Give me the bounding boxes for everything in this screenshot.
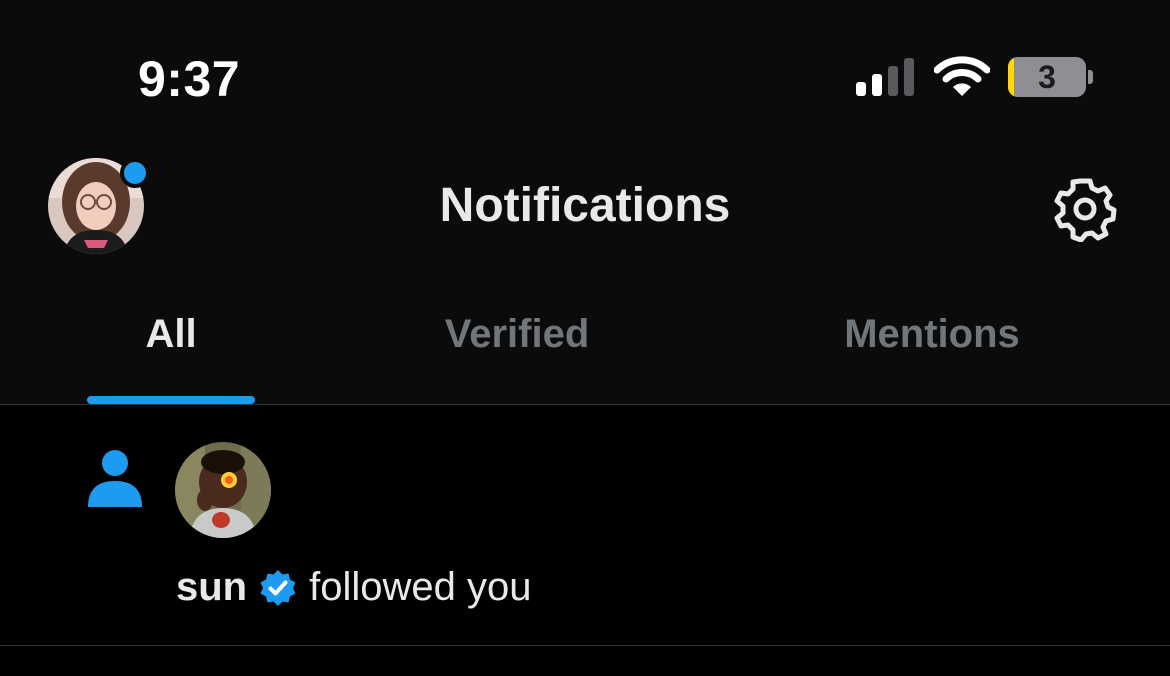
verified-badge-icon — [260, 569, 296, 606]
notification-item[interactable]: sun followed you — [0, 405, 1170, 645]
gear-icon[interactable] — [1052, 176, 1118, 242]
tab-all[interactable]: All — [87, 312, 255, 357]
signal-bar-2 — [872, 74, 882, 96]
signal-bar-4 — [904, 58, 914, 96]
wifi-icon — [934, 56, 990, 96]
page-title: Notifications — [439, 179, 731, 232]
avatar-image — [175, 442, 271, 538]
notification-action: followed you — [309, 565, 532, 609]
battery-icon: 3 — [1008, 57, 1086, 97]
notification-user-avatar[interactable] — [175, 442, 271, 538]
notification-divider — [0, 645, 1170, 646]
battery-cap — [1088, 70, 1093, 84]
notification-text: sun followed you — [176, 565, 532, 610]
person-icon — [88, 450, 142, 507]
status-time: 9:37 — [138, 51, 241, 107]
notification-username[interactable]: sun — [176, 565, 247, 610]
signal-bar-1 — [856, 82, 866, 96]
active-tab-indicator — [87, 396, 255, 404]
cellular-signal-icon — [856, 58, 914, 96]
tab-mentions[interactable]: Mentions — [800, 312, 1064, 357]
battery-level: 3 — [1038, 59, 1056, 95]
signal-bar-3 — [888, 66, 898, 96]
tab-verified[interactable]: Verified — [417, 312, 617, 357]
